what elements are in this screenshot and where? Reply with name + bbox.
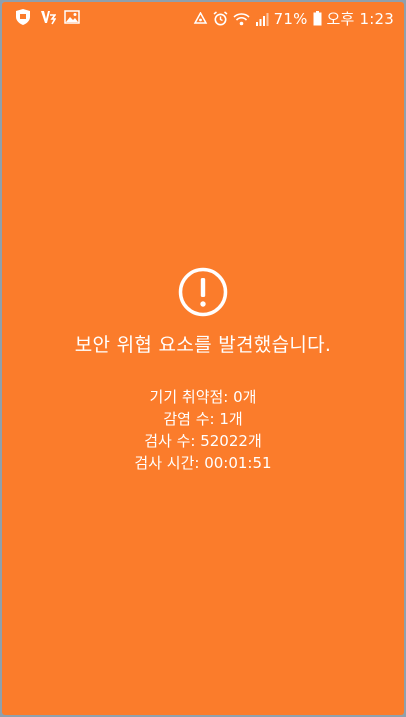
signal-icon (255, 12, 269, 26)
scan-stats: 기기 취약점: 0개 감염 수: 1개 검사 수: 52022개 검사 시간: … (2, 386, 404, 474)
battery-icon (313, 11, 322, 26)
v3-icon (40, 9, 56, 25)
stat-vulnerabilities: 기기 취약점: 0개 (149, 388, 257, 406)
recycle-icon (193, 11, 208, 26)
image-icon (64, 10, 80, 24)
notification-icons (14, 9, 80, 25)
alarm-icon (213, 11, 228, 26)
battery-percent: 71% (273, 9, 308, 28)
clock: 오후 1:23 (326, 10, 394, 28)
app-screen: 71% 오후 1:23 보안 위협 요소를 발견했습니다. 기기 취약점: 0개… (2, 2, 404, 715)
app-shield-icon (14, 9, 32, 25)
stat-infections: 감염 수: 1개 (163, 410, 243, 428)
status-bar: 71% 오후 1:23 (2, 2, 404, 34)
threat-found-message: 보안 위협 요소를 발견했습니다. (74, 334, 332, 356)
stat-scanned-count: 검사 수: 52022개 (144, 432, 262, 450)
warning-icon (178, 267, 228, 317)
system-status: 71% 오후 1:23 (193, 8, 394, 29)
wifi-icon (233, 12, 250, 26)
stat-scan-time: 검사 시간: 00:01:51 (134, 454, 272, 472)
